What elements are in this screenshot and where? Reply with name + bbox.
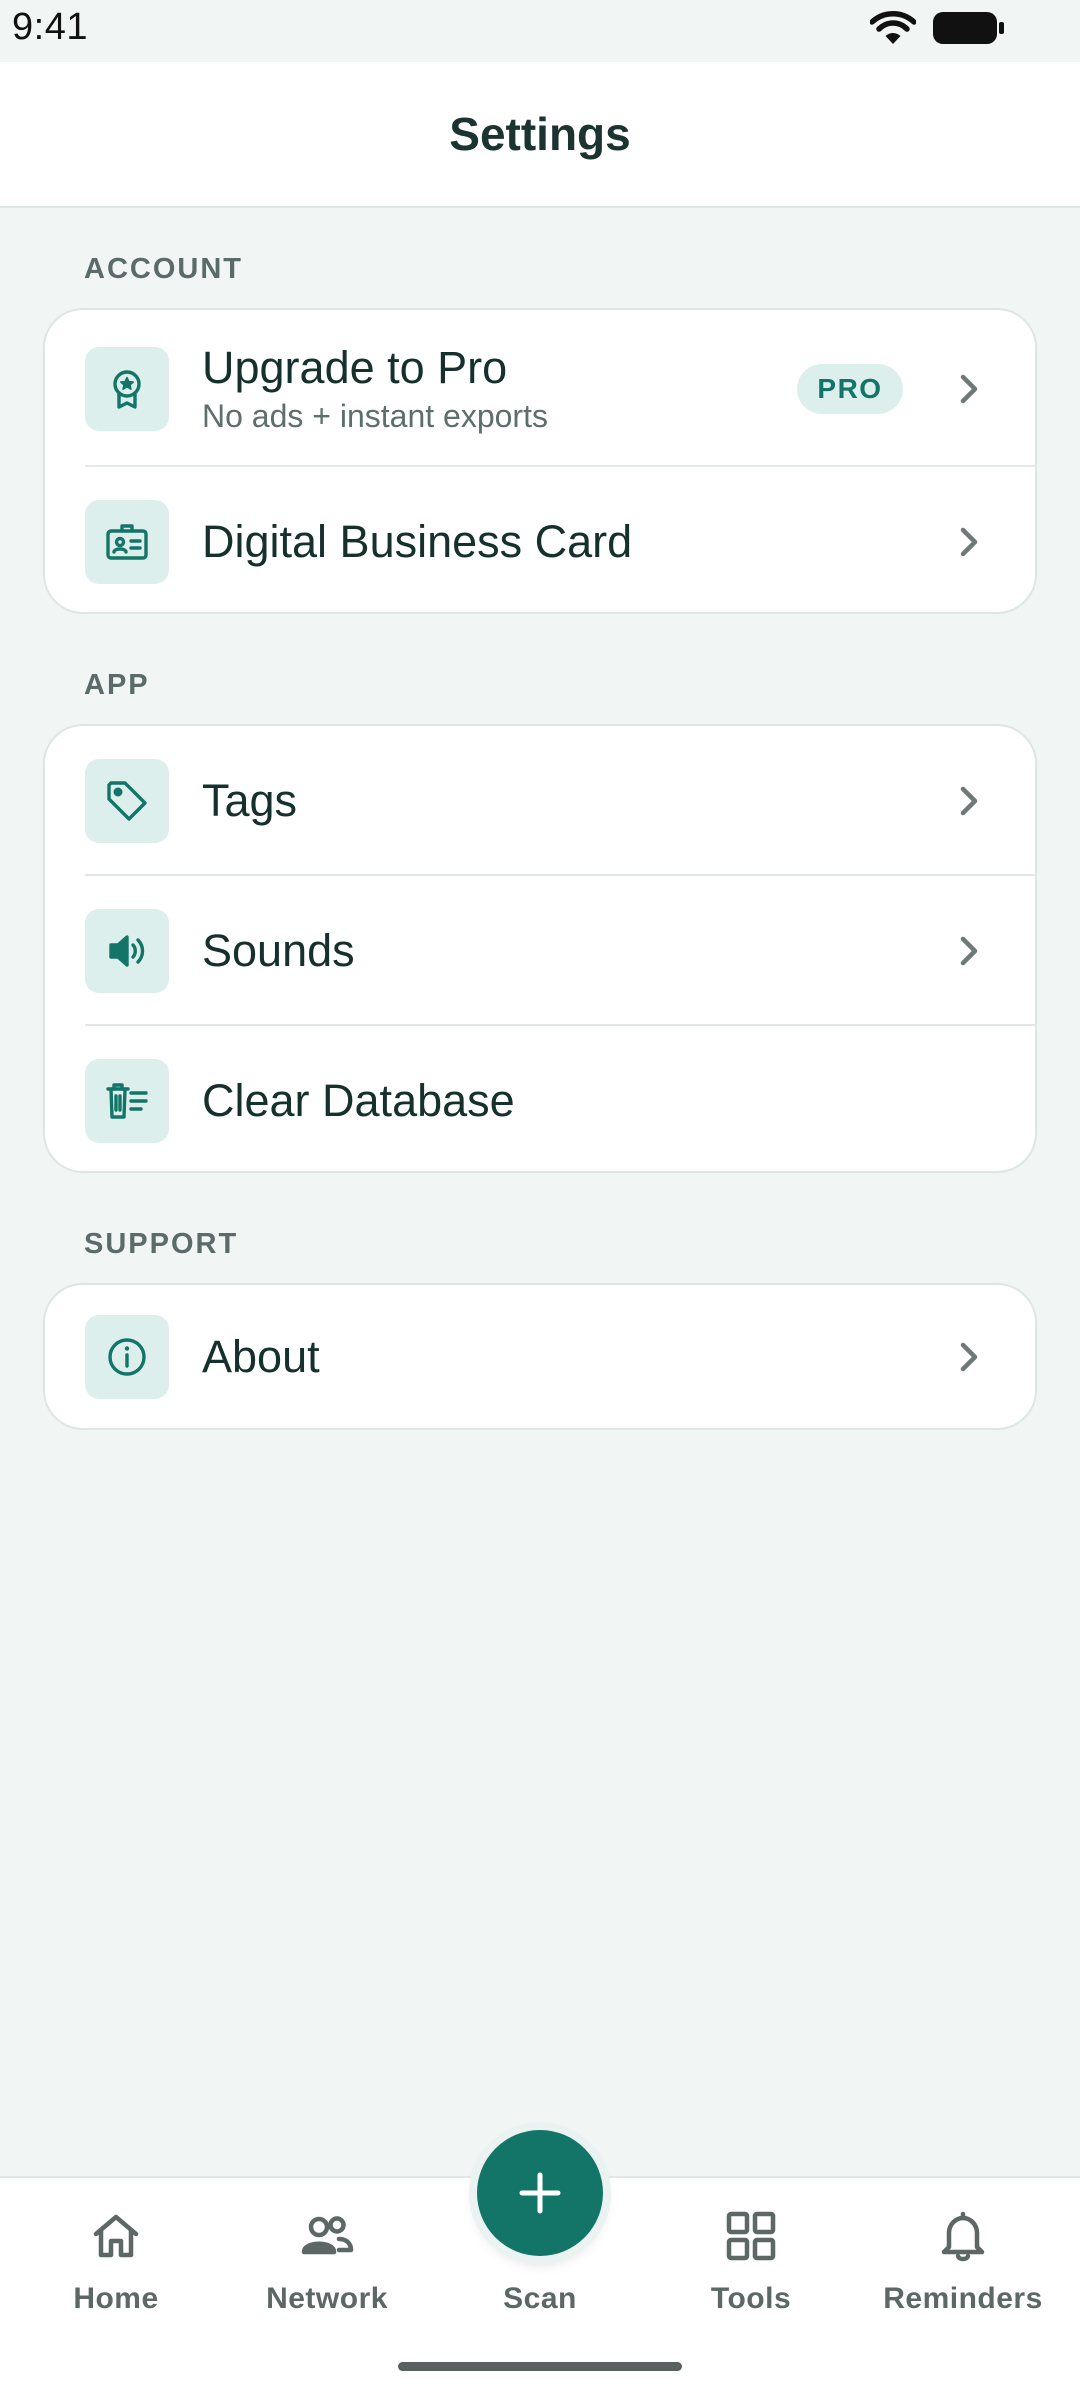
status-icons [869, 10, 1006, 51]
settings-item-title: About [202, 1330, 320, 1382]
volume-icon [85, 909, 169, 993]
settings-item-clear-database[interactable]: Clear Database [45, 1026, 1035, 1171]
settings-item-digital-business-card[interactable]: Digital Business Card [45, 467, 1035, 612]
chevron-right-icon [951, 933, 987, 969]
settings-item-upgrade-to-pro[interactable]: Upgrade to Pro No ads + instant exports … [45, 310, 1035, 467]
pro-badge: PRO [797, 363, 903, 414]
section-label-account: ACCOUNT [84, 253, 243, 285]
settings-item-title: Upgrade to Pro [202, 342, 508, 394]
battery-icon [932, 10, 1006, 51]
nav-item-tools[interactable]: Tools [656, 2208, 846, 2328]
people-icon [299, 2208, 355, 2264]
status-time: 9:41 [12, 6, 88, 48]
chevron-right-icon [951, 524, 987, 560]
id-card-icon [85, 499, 169, 584]
home-indicator [398, 2362, 682, 2371]
settings-item-title: Sounds [202, 925, 355, 977]
settings-item-tags[interactable]: Tags [45, 726, 1035, 876]
nav-item-network[interactable]: Network [232, 2208, 422, 2328]
plus-icon [519, 2172, 561, 2214]
nav-item-reminders[interactable]: Reminders [868, 2208, 1058, 2328]
home-icon [88, 2208, 144, 2264]
nav-item-home[interactable]: Home [21, 2208, 211, 2328]
section-label-support: SUPPORT [84, 1228, 239, 1260]
nav-label: Network [266, 2282, 388, 2315]
support-card: About [43, 1283, 1037, 1430]
status-bar: 9:41 [0, 0, 1080, 62]
app-bar: Settings [0, 62, 1080, 208]
chevron-right-icon [951, 1339, 987, 1375]
nav-label: Home [73, 2282, 159, 2315]
account-card: Upgrade to Pro No ads + instant exports … [43, 308, 1037, 614]
settings-item-title: Tags [202, 775, 298, 827]
settings-item-sounds[interactable]: Sounds [45, 876, 1035, 1026]
chevron-right-icon [951, 783, 987, 819]
settings-item-title: Clear Database [202, 1074, 515, 1126]
settings-item-subtitle: No ads + instant exports [202, 397, 548, 434]
app-card: Tags Sounds Clear Database [43, 724, 1037, 1173]
section-label-app: APP [84, 669, 150, 701]
page-title: Settings [449, 108, 631, 160]
bell-icon [935, 2208, 991, 2264]
chevron-right-icon [951, 371, 987, 407]
nav-label: Scan [503, 2282, 577, 2315]
info-icon [85, 1314, 169, 1399]
nav-label: Tools [710, 2282, 792, 2315]
grid-icon [723, 2208, 779, 2264]
nav-label: Reminders [883, 2282, 1043, 2315]
tag-icon [85, 759, 169, 843]
wifi-icon [869, 10, 917, 50]
settings-item-about[interactable]: About [45, 1285, 1035, 1428]
award-icon [85, 346, 169, 431]
scan-fab-button[interactable] [477, 2130, 603, 2256]
settings-item-title: Digital Business Card [202, 515, 633, 567]
clear-database-icon [85, 1058, 169, 1143]
